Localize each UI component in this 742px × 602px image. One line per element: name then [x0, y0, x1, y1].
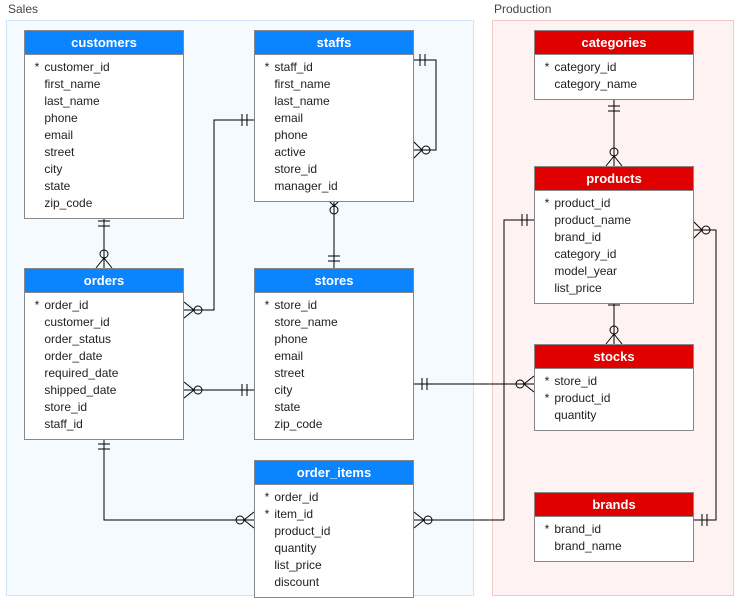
entity-brands-header: brands	[535, 493, 693, 517]
column-stores-store_id: * store_id	[263, 297, 405, 314]
column-orders-shipped_date: shipped_date	[33, 382, 175, 399]
column-orders-required_date: required_date	[33, 365, 175, 382]
entity-customers-body: * customer_id first_name last_name phone…	[25, 55, 183, 218]
column-customers-city: city	[33, 161, 175, 178]
column-categories-category_name: category_name	[543, 76, 685, 93]
entity-orders-body: * order_id customer_id order_status orde…	[25, 293, 183, 439]
column-products-product_id: * product_id	[543, 195, 685, 212]
column-orders-order_date: order_date	[33, 348, 175, 365]
column-stores-city: city	[263, 382, 405, 399]
entity-staffs-header: staffs	[255, 31, 413, 55]
column-orders-staff_id: staff_id	[33, 416, 175, 433]
column-staffs-first_name: first_name	[263, 76, 405, 93]
column-staffs-email: email	[263, 110, 405, 127]
entity-orders[interactable]: orders * order_id customer_id order_stat…	[24, 268, 184, 440]
entity-products[interactable]: products * product_id product_name brand…	[534, 166, 694, 304]
column-stores-email: email	[263, 348, 405, 365]
column-customers-first_name: first_name	[33, 76, 175, 93]
entity-customers[interactable]: customers * customer_id first_name last_…	[24, 30, 184, 219]
column-order_items-item_id: * item_id	[263, 506, 405, 523]
column-staffs-last_name: last_name	[263, 93, 405, 110]
column-stocks-store_id: * store_id	[543, 373, 685, 390]
column-stores-store_name: store_name	[263, 314, 405, 331]
column-stocks-product_id: * product_id	[543, 390, 685, 407]
column-brands-brand_name: brand_name	[543, 538, 685, 555]
column-products-product_name: product_name	[543, 212, 685, 229]
column-orders-customer_id: customer_id	[33, 314, 175, 331]
column-categories-category_id: * category_id	[543, 59, 685, 76]
entity-stores[interactable]: stores * store_id store_name phone email…	[254, 268, 414, 440]
entity-staffs[interactable]: staffs * staff_id first_name last_name e…	[254, 30, 414, 202]
column-customers-street: street	[33, 144, 175, 161]
entity-order-items-header: order_items	[255, 461, 413, 485]
column-stocks-quantity: quantity	[543, 407, 685, 424]
entity-stores-body: * store_id store_name phone email street…	[255, 293, 413, 439]
column-products-category_id: category_id	[543, 246, 685, 263]
column-staffs-active: active	[263, 144, 405, 161]
column-staffs-staff_id: * staff_id	[263, 59, 405, 76]
entity-categories-body: * category_id category_name	[535, 55, 693, 99]
entity-order-items[interactable]: order_items * order_id* item_id product_…	[254, 460, 414, 598]
column-order_items-quantity: quantity	[263, 540, 405, 557]
column-products-brand_id: brand_id	[543, 229, 685, 246]
column-customers-customer_id: * customer_id	[33, 59, 175, 76]
column-stores-state: state	[263, 399, 405, 416]
column-brands-brand_id: * brand_id	[543, 521, 685, 538]
entity-stocks-body: * store_id* product_id quantity	[535, 369, 693, 430]
column-order_items-product_id: product_id	[263, 523, 405, 540]
column-products-list_price: list_price	[543, 280, 685, 297]
column-orders-store_id: store_id	[33, 399, 175, 416]
entity-brands-body: * brand_id brand_name	[535, 517, 693, 561]
column-customers-email: email	[33, 127, 175, 144]
column-orders-order_status: order_status	[33, 331, 175, 348]
entity-brands[interactable]: brands * brand_id brand_name	[534, 492, 694, 562]
column-stores-zip_code: zip_code	[263, 416, 405, 433]
column-customers-phone: phone	[33, 110, 175, 127]
entity-stores-header: stores	[255, 269, 413, 293]
entity-staffs-body: * staff_id first_name last_name email ph…	[255, 55, 413, 201]
entity-order-items-body: * order_id* item_id product_id quantity …	[255, 485, 413, 597]
entity-categories[interactable]: categories * category_id category_name	[534, 30, 694, 100]
column-stores-phone: phone	[263, 331, 405, 348]
column-order_items-order_id: * order_id	[263, 489, 405, 506]
entity-orders-header: orders	[25, 269, 183, 293]
column-staffs-store_id: store_id	[263, 161, 405, 178]
entity-stocks[interactable]: stocks * store_id* product_id quantity	[534, 344, 694, 431]
entity-customers-header: customers	[25, 31, 183, 55]
production-region-label: Production	[494, 2, 551, 16]
entity-products-body: * product_id product_name brand_id categ…	[535, 191, 693, 303]
column-order_items-list_price: list_price	[263, 557, 405, 574]
column-orders-order_id: * order_id	[33, 297, 175, 314]
entity-products-header: products	[535, 167, 693, 191]
column-customers-zip_code: zip_code	[33, 195, 175, 212]
column-customers-state: state	[33, 178, 175, 195]
column-customers-last_name: last_name	[33, 93, 175, 110]
column-stores-street: street	[263, 365, 405, 382]
column-staffs-manager_id: manager_id	[263, 178, 405, 195]
entity-stocks-header: stocks	[535, 345, 693, 369]
column-staffs-phone: phone	[263, 127, 405, 144]
sales-region-label: Sales	[8, 2, 38, 16]
column-order_items-discount: discount	[263, 574, 405, 591]
column-products-model_year: model_year	[543, 263, 685, 280]
entity-categories-header: categories	[535, 31, 693, 55]
